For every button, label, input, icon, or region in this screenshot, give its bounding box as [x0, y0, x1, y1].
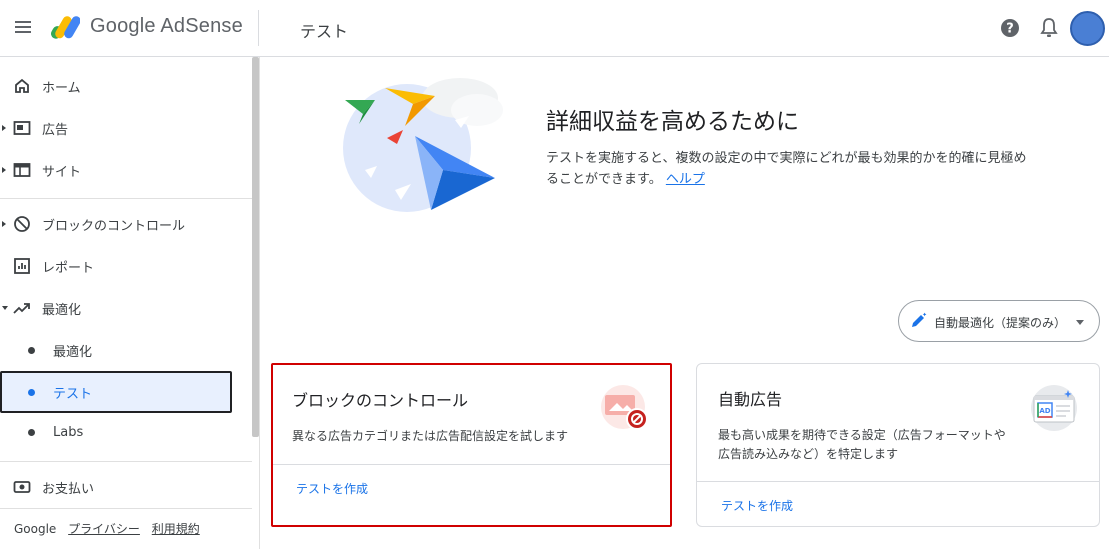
auto-ads-icon: AD — [1031, 385, 1077, 431]
card-title: 自動広告 — [718, 390, 783, 409]
sidebar-item-sites[interactable]: サイト — [0, 151, 250, 189]
sidebar-item-label: ホーム — [42, 80, 81, 96]
sidebar-nav: ホーム 広告 サイト ブロックのコントロール レポート 最適化 最適化 テスト … — [0, 57, 260, 549]
header-divider — [258, 10, 259, 46]
sidebar-item-label: テスト — [53, 386, 93, 402]
notifications-bell-icon[interactable] — [1040, 17, 1058, 39]
sidebar-item-label: 最適化 — [53, 344, 93, 360]
hero-description-text: テストを実施すると、複数の設定の中で実際にどれが最も効果的かを的確に見極めること… — [546, 151, 1027, 187]
sidebar-item-optimization[interactable]: 最適化 — [0, 289, 250, 327]
sidebar-divider — [0, 461, 252, 462]
trending-up-icon — [13, 303, 30, 314]
card-divider — [697, 481, 1099, 482]
sidebar-item-reports[interactable]: レポート — [0, 247, 250, 285]
help-link[interactable]: ヘルプ — [666, 172, 705, 187]
expand-arrow-icon — [2, 125, 6, 131]
sidebar-divider — [0, 198, 252, 199]
card-title: ブロックのコントロール — [292, 391, 469, 410]
expand-arrow-icon — [2, 221, 6, 227]
reports-icon — [14, 258, 30, 274]
main-menu-icon[interactable] — [12, 16, 34, 38]
sidebar-subitem-labs[interactable]: Labs — [0, 413, 250, 451]
auto-optimize-dropdown[interactable]: 自動最適化（提案のみ） — [898, 300, 1100, 342]
create-test-button[interactable]: テストを作成 — [296, 480, 368, 497]
sidebar-item-home[interactable]: ホーム — [0, 67, 250, 105]
sites-icon — [13, 163, 31, 177]
sidebar-item-blocking-controls[interactable]: ブロックのコントロール — [0, 205, 250, 243]
ad-badge-text: AD — [1039, 407, 1050, 415]
sidebar-subitem-test[interactable]: テスト — [0, 371, 232, 413]
top-app-bar: Google AdSense テスト ? — [0, 0, 1109, 57]
adsense-logo-icon — [51, 16, 80, 39]
bullet-icon — [28, 388, 35, 396]
sidebar-item-label: お支払い — [42, 481, 95, 497]
hero-description: テストを実施すると、複数の設定の中で実際にどれが最も効果的かを的確に見極めること… — [546, 148, 1036, 190]
help-icon[interactable]: ? — [1000, 18, 1020, 38]
paper-planes-illustration — [343, 78, 503, 212]
terms-link[interactable]: 利用規約 — [152, 522, 200, 536]
card-divider — [273, 464, 670, 465]
sidebar-item-label: ブロックのコントロール — [42, 218, 186, 234]
expand-arrow-icon — [2, 167, 6, 173]
sidebar-item-label: サイト — [42, 164, 82, 180]
sidebar-item-ads[interactable]: 広告 — [0, 109, 250, 147]
sidebar-item-label: 最適化 — [42, 302, 82, 318]
brand-name: Google AdSense — [90, 15, 243, 37]
dropdown-caret-icon — [1076, 320, 1084, 325]
sidebar-subitem-optimization[interactable]: 最適化 — [0, 331, 250, 369]
sidebar-scrollbar[interactable] — [252, 57, 259, 437]
blocked-ad-icon — [601, 385, 648, 430]
sidebar-item-payments[interactable]: お支払い — [0, 468, 250, 506]
card-description: 最も高い成果を期待できる設定（広告フォーマットや広告読み込みなど）を特定します — [718, 428, 1006, 461]
card-description: 異なる広告カテゴリまたは広告配信設定を試します — [292, 429, 569, 443]
svg-text:?: ? — [1006, 22, 1014, 37]
test-card-blocking-controls: ブロックのコントロール 異なる広告カテゴリまたは広告配信設定を試します テストを… — [271, 363, 672, 527]
google-footer-label: Google — [14, 522, 57, 536]
sidebar-divider — [0, 508, 252, 509]
test-card-auto-ads: 自動広告 最も高い成果を期待できる設定（広告フォーマットや広告読み込みなど）を特… — [696, 363, 1100, 527]
home-icon — [15, 78, 29, 93]
account-avatar[interactable] — [1070, 11, 1105, 46]
hero-title: 詳細収益を高めるために — [546, 109, 799, 135]
privacy-link[interactable]: プライバシー — [68, 522, 140, 536]
bullet-icon — [28, 428, 35, 436]
page-title: テスト — [300, 22, 349, 41]
auto-optimize-label: 自動最適化（提案のみ） — [934, 316, 1067, 330]
create-test-button[interactable]: テストを作成 — [721, 497, 793, 514]
adsense-app: Google AdSense テスト ? ホーム 広告 サイト ブロックのコント… — [0, 0, 1109, 549]
payments-icon — [13, 481, 31, 493]
sidebar-footer: Google プライバシー 利用規約 — [14, 520, 200, 537]
auto-fix-pen-icon — [912, 312, 927, 327]
sidebar-item-label: 広告 — [42, 122, 69, 138]
sidebar-item-label: Labs — [53, 424, 84, 440]
collapse-arrow-icon — [2, 306, 8, 310]
block-icon — [14, 216, 30, 232]
ads-icon — [13, 121, 31, 135]
bullet-icon — [28, 346, 35, 354]
sidebar-item-label: レポート — [42, 260, 95, 276]
